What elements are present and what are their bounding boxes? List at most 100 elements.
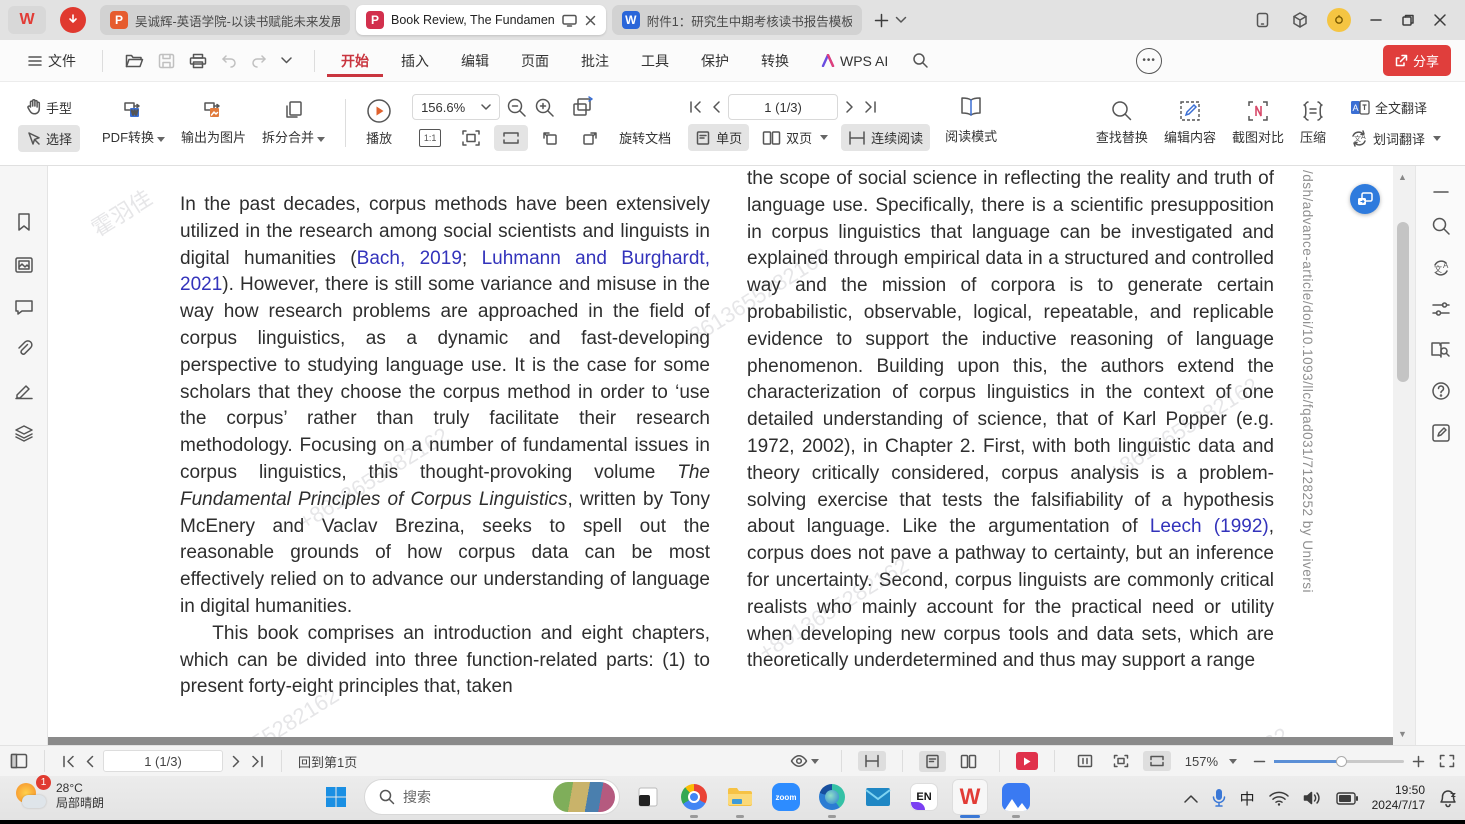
account-avatar[interactable]	[1327, 8, 1351, 32]
compress-button[interactable]: 压缩	[1292, 97, 1334, 148]
close-tab-icon[interactable]	[585, 15, 596, 26]
word-translate-button[interactable]: 文A 划词翻译	[1342, 125, 1449, 152]
single-page-button[interactable]: 单页	[688, 124, 749, 151]
file-explorer-button[interactable]	[722, 779, 758, 815]
prev-page-icon[interactable]	[710, 100, 722, 114]
full-translate-button[interactable]: A 全文翻译	[1342, 94, 1449, 121]
weather-widget[interactable]: 1 28°C 局部晴朗	[14, 779, 104, 813]
actual-size-toggle[interactable]	[1071, 751, 1099, 771]
tab-tools[interactable]: 工具	[627, 45, 683, 77]
tab-page[interactable]: 页面	[507, 45, 563, 77]
redo-icon[interactable]	[251, 54, 267, 68]
tab-pdf-book-review[interactable]: P Book Review, The Fundamen	[356, 5, 606, 35]
zoom-out-icon[interactable]	[506, 97, 528, 117]
double-page-toggle[interactable]	[954, 751, 983, 772]
feedback-edit-icon[interactable]	[1431, 423, 1451, 443]
undo-icon[interactable]	[221, 54, 237, 68]
collapse-rail-icon[interactable]	[1433, 190, 1449, 194]
zoom-slider-knob[interactable]	[1336, 756, 1347, 767]
layers-icon[interactable]	[14, 424, 34, 442]
mubu-app-button[interactable]	[998, 779, 1034, 815]
search-highlight-image[interactable]	[553, 782, 615, 812]
select-tool-button[interactable]: 选择	[18, 125, 80, 152]
double-page-button[interactable]: 双页	[755, 124, 835, 151]
minimize-icon[interactable]	[1369, 13, 1383, 27]
battery-icon[interactable]	[1336, 792, 1358, 805]
zoom-chevron-icon[interactable]	[1229, 759, 1237, 764]
zoom-level-combo[interactable]: 156.6%	[412, 94, 500, 120]
autoplay-button[interactable]	[1016, 752, 1038, 770]
restore-window-icon[interactable]	[1401, 13, 1415, 27]
clock-widget[interactable]: 19:50 2024/7/17	[1372, 783, 1425, 813]
print-icon[interactable]	[189, 53, 207, 69]
citation-link[interactable]: Bach, 2019	[357, 248, 462, 269]
tab-ppt-document[interactable]: P 吴诚辉-英语学院-以读书赋能未来发展	[100, 5, 350, 35]
reader-assistant-icon[interactable]	[1430, 340, 1451, 359]
toggle-sidebar-icon[interactable]	[10, 753, 28, 769]
search-doc-icon[interactable]	[1431, 216, 1451, 236]
play-button[interactable]: 播放	[358, 96, 400, 149]
first-page-icon[interactable]	[688, 100, 704, 114]
next-page-icon[interactable]	[231, 755, 242, 768]
file-menu[interactable]: 文件	[14, 45, 90, 77]
zoom-out-minus-icon[interactable]	[1253, 755, 1266, 768]
wps-home-button[interactable]: W	[8, 6, 46, 34]
workspace-box-icon[interactable]	[1291, 11, 1309, 29]
signature-icon[interactable]	[14, 382, 34, 400]
present-to-screen-icon[interactable]	[562, 14, 577, 27]
tab-edit[interactable]: 编辑	[447, 45, 503, 77]
endnote-app-button[interactable]: EN	[906, 779, 942, 815]
fit-page-button[interactable]	[454, 125, 488, 151]
single-page-toggle[interactable]	[919, 751, 946, 772]
feedback-icon[interactable]: •••	[1136, 48, 1162, 74]
next-page-icon[interactable]	[844, 100, 856, 114]
vertical-scrollbar[interactable]: ▲ ▼	[1393, 166, 1415, 745]
translate-panel-icon[interactable]: 文A	[1431, 258, 1451, 278]
start-button[interactable]	[318, 779, 354, 815]
hand-tool-button[interactable]: 手型	[18, 94, 80, 121]
page-number-input[interactable]: 1 (1/3)	[728, 94, 838, 120]
open-file-icon[interactable]	[125, 53, 144, 69]
last-page-icon[interactable]	[862, 100, 878, 114]
read-book-icon[interactable]	[958, 96, 984, 118]
edit-content-button[interactable]: 编辑内容	[1156, 97, 1224, 148]
first-page-icon[interactable]	[61, 755, 76, 768]
floating-convert-button[interactable]	[1350, 184, 1380, 214]
fit-width-toggle[interactable]	[1143, 751, 1171, 771]
share-button[interactable]: 分享	[1383, 45, 1451, 76]
new-tab-icon[interactable]	[874, 13, 889, 28]
bookmark-icon[interactable]	[15, 212, 33, 232]
microphone-icon[interactable]	[1212, 788, 1226, 808]
tab-home[interactable]: 开始	[327, 45, 383, 77]
save-icon[interactable]	[158, 53, 175, 69]
fullscreen-icon[interactable]	[1439, 754, 1455, 768]
volume-icon[interactable]	[1303, 790, 1322, 806]
zoom-percentage[interactable]: 157%	[1185, 754, 1218, 769]
zoom-in-icon[interactable]	[534, 97, 556, 117]
restore-pages-icon[interactable]	[570, 96, 596, 118]
quick-access-chevron-icon[interactable]	[281, 57, 292, 64]
close-window-icon[interactable]	[1433, 13, 1447, 27]
view-options-button[interactable]	[784, 751, 825, 771]
continuous-read-toggle[interactable]	[858, 751, 886, 771]
mail-app-button[interactable]	[860, 779, 896, 815]
back-to-first-page-button[interactable]: 回到第1页	[298, 752, 357, 771]
tab-insert[interactable]: 插入	[387, 45, 443, 77]
fit-page-toggle[interactable]	[1107, 751, 1135, 771]
settings-sliders-icon[interactable]	[1431, 300, 1451, 318]
edge-app-button[interactable]	[814, 779, 850, 815]
ime-indicator[interactable]: 中	[1240, 788, 1255, 809]
rotate-left-button[interactable]	[534, 125, 567, 151]
wps-promo-icon[interactable]	[60, 7, 86, 33]
zoom-slider[interactable]	[1274, 760, 1404, 763]
continuous-read-button[interactable]: 连续阅读	[841, 124, 930, 151]
zoom-app-button[interactable]: zoom	[768, 779, 804, 815]
zoom-in-plus-icon[interactable]	[1412, 755, 1425, 768]
device-switch-icon[interactable]	[1255, 11, 1273, 29]
find-replace-button[interactable]: 查找替换	[1088, 97, 1156, 148]
screenshot-compare-button[interactable]: 截图对比	[1224, 97, 1292, 148]
task-view-button[interactable]	[630, 779, 666, 815]
thumbnail-icon[interactable]	[14, 256, 34, 274]
tab-protect[interactable]: 保护	[687, 45, 743, 77]
notification-bell-icon[interactable]	[1439, 789, 1457, 808]
